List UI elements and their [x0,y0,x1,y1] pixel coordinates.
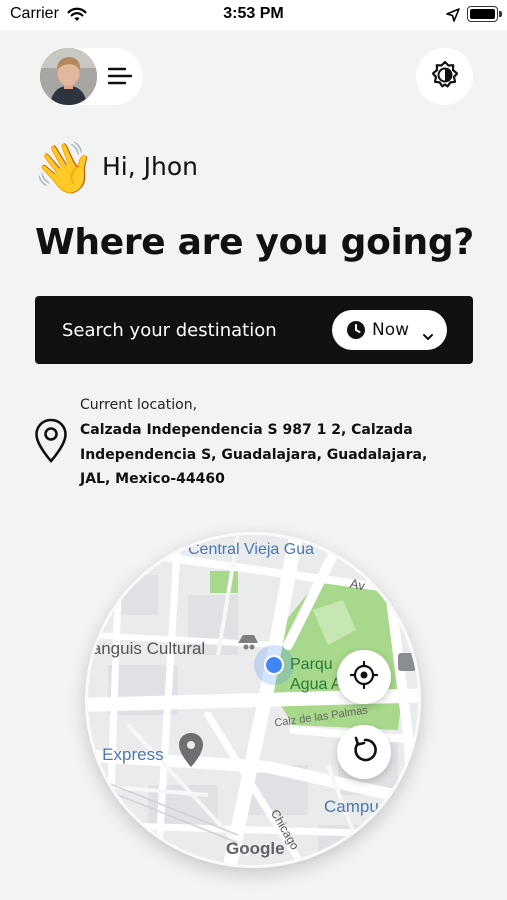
user-location-dot [264,655,284,675]
crosshair-icon [349,660,379,694]
map-label-line: Parqu [290,656,333,673]
refresh-map-button[interactable] [337,725,391,779]
map-label: Campu [324,797,379,816]
chevron-down-icon [422,326,434,345]
greeting-text: Hi, Jhon [102,152,198,181]
locate-me-button[interactable] [337,650,391,704]
battery-icon [467,6,502,22]
clock-icon [346,320,366,344]
map-label: Av [348,575,367,594]
menu-icon[interactable] [107,66,133,90]
theme-toggle-button[interactable] [416,48,473,105]
map-label: ianguis Cultural [88,639,206,658]
departure-time-select[interactable]: Now [332,310,447,350]
profile-menu-button[interactable] [40,48,143,105]
location-pin-icon [34,418,68,468]
refresh-icon [349,735,379,769]
map-label-line: Agua A [290,676,342,693]
map-label: o Express [88,745,164,764]
map-label: Parqu Agua A [290,655,342,695]
map-attribution: Google [226,839,285,858]
clock-time: 3:53 PM [223,5,284,22]
destination-search-bar[interactable]: Search your destination Now [35,296,473,364]
status-bar: Carrier 3:53 PM [0,0,507,30]
current-location-address: Calzada Independencia S 987 1 2, Calzada… [80,422,428,487]
avatar[interactable] [40,48,97,105]
map-label: Central Vieja Gua [188,541,314,558]
page-title: Where are you going? [35,222,474,263]
theme-toggle-icon [430,60,460,94]
location-arrow-icon [446,8,460,27]
search-input[interactable]: Search your destination [62,320,277,341]
waving-hand-icon: 👋 [33,139,96,197]
departure-time-value: Now [372,320,410,340]
current-location-caption: Current location, [80,397,198,413]
